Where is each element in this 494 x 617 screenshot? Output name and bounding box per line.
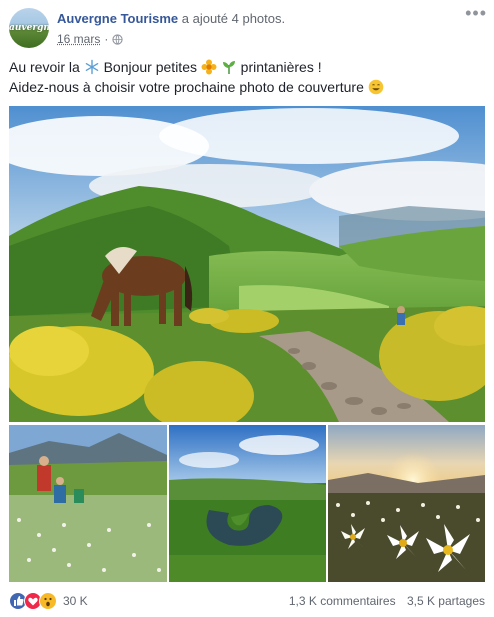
message-text-part: printanières ! [240,59,322,75]
daffodils-sunset-photo[interactable] [328,425,485,582]
post-message: Au revoir la Bonjour petites printanière… [9,57,384,97]
post-date-link[interactable]: 16 mars [57,32,100,46]
herb-icon [222,61,235,74]
comments-count-link[interactable]: 1,3 K commentaires [289,594,396,608]
snowflake-icon [85,59,99,75]
horse-mountain-valley-photo[interactable] [9,106,485,422]
page-name-link[interactable]: Auvergne Tourisme [57,11,178,26]
smile-icon [368,79,384,95]
reactions-summary[interactable]: 30 K [9,592,88,610]
post-action-text: a ajouté 4 photos. [181,11,286,26]
reactions-count: 30 K [63,594,88,608]
flower-icon [201,59,217,75]
avatar-logo-text: auvergne [9,23,49,33]
hikers-flower-meadow-photo[interactable] [9,425,167,582]
message-text-part: Au revoir la [9,59,80,75]
page-avatar[interactable]: auvergne [9,8,49,48]
meta-separator: · [104,32,109,46]
post-stats: 1,3 K commentaires 3,5 K partages [289,594,485,608]
wow-icon [39,592,57,610]
post-meta: 16 mars · [57,32,123,46]
message-line-2: Aidez-nous à choisir votre prochaine pho… [9,77,384,97]
more-dots-icon[interactable]: ••• [465,4,487,22]
globe-icon[interactable] [112,33,123,45]
message-text-part: Aidez-nous à choisir votre prochaine pho… [9,79,364,95]
message-line-1: Au revoir la Bonjour petites printanière… [9,57,384,77]
post-footer: 30 K 1,3 K commentaires 3,5 K partages [9,592,485,612]
message-text-part: Bonjour petites [103,59,197,75]
shares-count-link[interactable]: 3,5 K partages [407,594,485,608]
post-header: Auvergne Tourisme a ajouté 4 photos. [57,11,285,26]
river-meander-photo[interactable] [169,425,326,582]
